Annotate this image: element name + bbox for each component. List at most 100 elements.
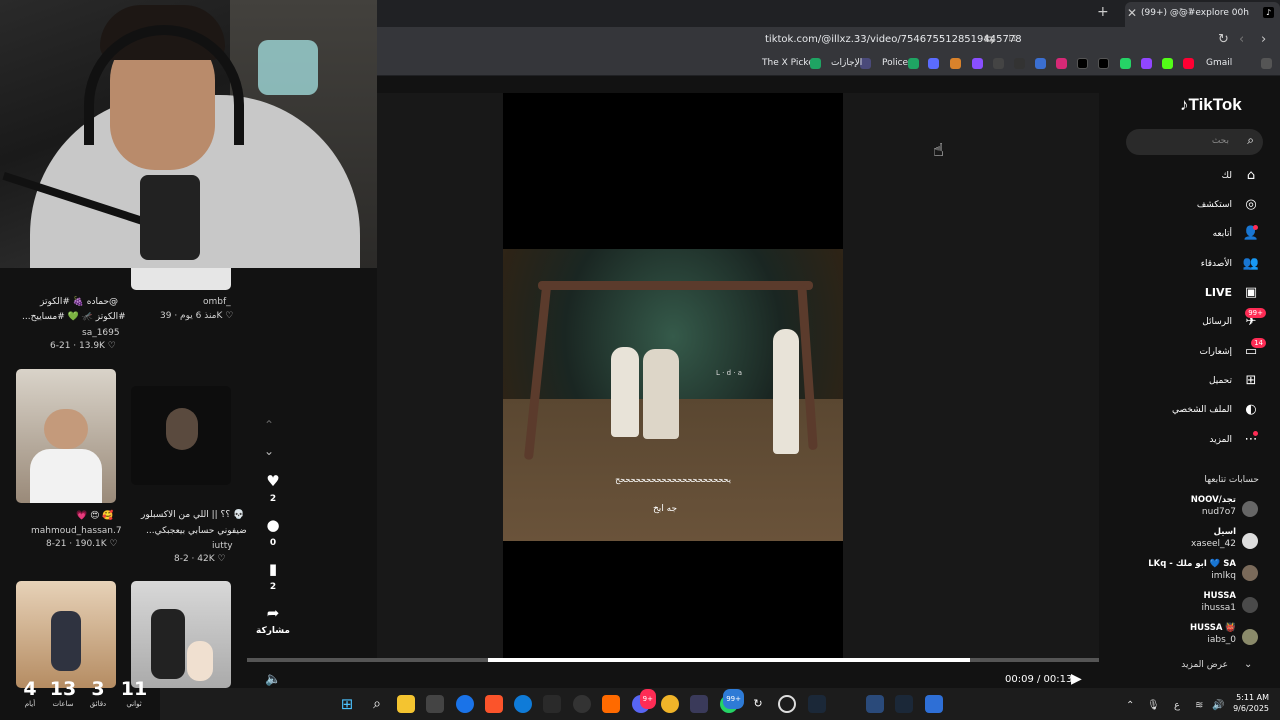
back-icon[interactable]: ‹ bbox=[1239, 32, 1244, 47]
ext-icon-3[interactable] bbox=[972, 58, 983, 69]
ext-icon-2[interactable] bbox=[950, 58, 961, 69]
forward-icon[interactable]: › bbox=[1261, 32, 1266, 47]
speaker-icon[interactable]: 🔊 bbox=[1212, 700, 1224, 711]
nav-label: أتابعه bbox=[1212, 229, 1232, 239]
app-icon-2[interactable] bbox=[573, 695, 591, 713]
next-video-icon[interactable]: ⌄ bbox=[264, 444, 274, 458]
following-account[interactable]: HUSSA ihussa1 bbox=[1110, 591, 1262, 619]
nav-for-you[interactable]: لك ⌂ bbox=[1110, 167, 1260, 189]
video-thumbnail[interactable] bbox=[131, 268, 231, 290]
following-account[interactable]: HUSSA 👹 iabs_0 bbox=[1110, 623, 1262, 651]
video-caption[interactable]: ضيفوني حسابي بيعجبكي... bbox=[146, 526, 247, 536]
github-icon[interactable] bbox=[993, 58, 1004, 69]
bookmark-holidays[interactable]: الإجازات bbox=[831, 58, 862, 68]
nav-inbox[interactable]: إشعارات ▭ 14 bbox=[1110, 338, 1266, 365]
app-icon-3[interactable] bbox=[602, 695, 620, 713]
search-icon[interactable]: ⌕ bbox=[368, 695, 386, 713]
video-author[interactable]: mahmoud_hassan.7 bbox=[31, 526, 122, 536]
save-button[interactable]: ▮ 2 bbox=[255, 560, 291, 592]
search-icon[interactable]: ⌕ bbox=[1247, 133, 1254, 148]
app-icon-7[interactable] bbox=[778, 695, 796, 713]
file-explorer-icon[interactable] bbox=[397, 695, 415, 713]
app-icon-8[interactable] bbox=[866, 695, 884, 713]
share-button[interactable]: ➦ مشاركة bbox=[255, 604, 291, 636]
app-icon-4[interactable] bbox=[661, 695, 679, 713]
app-icon-5[interactable] bbox=[690, 695, 708, 713]
brave-icon[interactable] bbox=[485, 695, 503, 713]
steam-icon[interactable] bbox=[808, 695, 826, 713]
video-thumbnail[interactable] bbox=[16, 581, 116, 688]
windows-start-icon[interactable]: ⊞ bbox=[338, 695, 356, 713]
instagram-icon[interactable] bbox=[1056, 58, 1067, 69]
nav-label: LIVE bbox=[1204, 286, 1232, 299]
following-account[interactable]: اسيل xaseel_42 bbox=[1110, 527, 1262, 555]
previous-video-icon[interactable]: ⌃ bbox=[264, 418, 274, 432]
microphone-tray-icon[interactable]: 🎙 bbox=[1147, 700, 1160, 711]
tiktok-logo[interactable]: ♪TikTok bbox=[1180, 95, 1242, 115]
browser-tab[interactable]: ✕ (99+) @ًًً@ًًً#explore 00⁦h ♪ bbox=[1125, 2, 1280, 27]
notepad-icon[interactable] bbox=[925, 695, 943, 713]
reload-icon[interactable]: ↻ bbox=[1218, 32, 1229, 47]
video-progress-bar[interactable] bbox=[247, 658, 1099, 662]
play-icon[interactable]: ▶ bbox=[1071, 671, 1082, 687]
nav-live[interactable]: LIVE ▣ bbox=[1110, 284, 1260, 306]
x-icon[interactable] bbox=[1098, 58, 1109, 69]
ext-icon[interactable] bbox=[928, 58, 939, 69]
discord-icon[interactable]: 9+ bbox=[632, 689, 656, 713]
system-clock[interactable]: 5:11 AM 9/6/2025 bbox=[1233, 692, 1269, 714]
site-settings-icon[interactable]: ⇆ bbox=[984, 32, 995, 47]
tray-chevron-icon[interactable]: ⌃ bbox=[1126, 700, 1134, 711]
video-thumbnail[interactable] bbox=[131, 581, 231, 688]
whatsapp-icon[interactable]: 99+ bbox=[720, 689, 744, 713]
app-icon[interactable] bbox=[543, 695, 561, 713]
ext-icon-4[interactable] bbox=[1014, 58, 1025, 69]
youtube-icon[interactable] bbox=[1183, 58, 1194, 69]
video-caption[interactable]: 💀 ؟؟ || اللي من الاكسبلور bbox=[141, 510, 244, 520]
close-tab-icon[interactable]: ✕ bbox=[1127, 6, 1137, 20]
person bbox=[643, 349, 679, 439]
countdown-label: ثواني bbox=[126, 700, 142, 708]
video-author[interactable]: ombf_ bbox=[203, 297, 231, 307]
nav-explore[interactable]: استكشف ◎ bbox=[1110, 196, 1260, 218]
kick-icon[interactable] bbox=[1162, 58, 1173, 69]
bookmark-icon[interactable]: ⌑ bbox=[1009, 32, 1016, 47]
comment-button[interactable]: ● 0 bbox=[255, 516, 291, 548]
store-icon[interactable] bbox=[426, 695, 444, 713]
video-author[interactable]: iutty bbox=[212, 541, 233, 551]
twitch-icon[interactable] bbox=[1141, 58, 1152, 69]
following-account[interactable]: NOOV/تجد nud7o7 bbox=[1110, 495, 1262, 523]
nav-messages[interactable]: الرسائل ✈ 99+ bbox=[1110, 308, 1266, 335]
tiktok-bookmark-icon[interactable] bbox=[1077, 58, 1088, 69]
following-account[interactable]: LKq - ابو ملك 💙 SA imlkq bbox=[1110, 559, 1262, 587]
bookmark-police[interactable]: Police bbox=[882, 58, 908, 68]
video-thumbnail[interactable] bbox=[16, 369, 116, 503]
nav-upload[interactable]: تحميل ⊞ bbox=[1110, 372, 1260, 394]
bookmark-gmail[interactable]: Gmail bbox=[1206, 58, 1232, 68]
see-more-link[interactable]: عرض المزيد bbox=[1181, 660, 1228, 670]
search-input[interactable]: بحث ⌕ bbox=[1126, 129, 1263, 155]
like-button[interactable]: ♥ 2 bbox=[255, 472, 291, 504]
video-frame[interactable]: L · d · a يحححححححححححححححححححححح جه ابخ bbox=[503, 249, 843, 541]
video-caption[interactable]: 🥰 😍 💗 bbox=[76, 511, 114, 521]
whatsapp-bookmark-icon[interactable] bbox=[1120, 58, 1131, 69]
apps-grid-icon[interactable] bbox=[1261, 58, 1272, 69]
wifi-icon[interactable]: ≋ bbox=[1195, 700, 1203, 711]
video-caption[interactable]: #الكوتز 🦟 💚 #مساييح... bbox=[22, 312, 126, 322]
video-thumbnail[interactable] bbox=[131, 386, 231, 485]
ext-icon-5[interactable] bbox=[1035, 58, 1046, 69]
nav-more[interactable]: المزيد ⋯ bbox=[1110, 431, 1260, 453]
new-tab-button[interactable]: + bbox=[1097, 4, 1109, 20]
steam-icon-2[interactable] bbox=[895, 695, 913, 713]
nav-following[interactable]: أتابعه 👤 bbox=[1110, 225, 1260, 247]
nav-friends[interactable]: الأصدقاء 👥 bbox=[1110, 255, 1260, 277]
edge-icon[interactable] bbox=[514, 695, 532, 713]
video-author[interactable]: sa_1695 bbox=[82, 328, 120, 338]
language-indicator[interactable]: ع bbox=[1174, 700, 1180, 711]
nav-profile[interactable]: الملف الشخصي ◐ bbox=[1110, 401, 1260, 423]
chevron-down-icon[interactable]: ⌄ bbox=[1244, 659, 1252, 670]
volume-icon[interactable]: 🔈 bbox=[265, 672, 281, 687]
chrome-icon[interactable] bbox=[456, 695, 474, 713]
video-caption[interactable]: @حماده 🍇 #الكوتز bbox=[40, 297, 118, 307]
app-icon-6[interactable]: ↻ bbox=[749, 695, 767, 713]
user-plus-icon: 👤 bbox=[1242, 225, 1260, 241]
